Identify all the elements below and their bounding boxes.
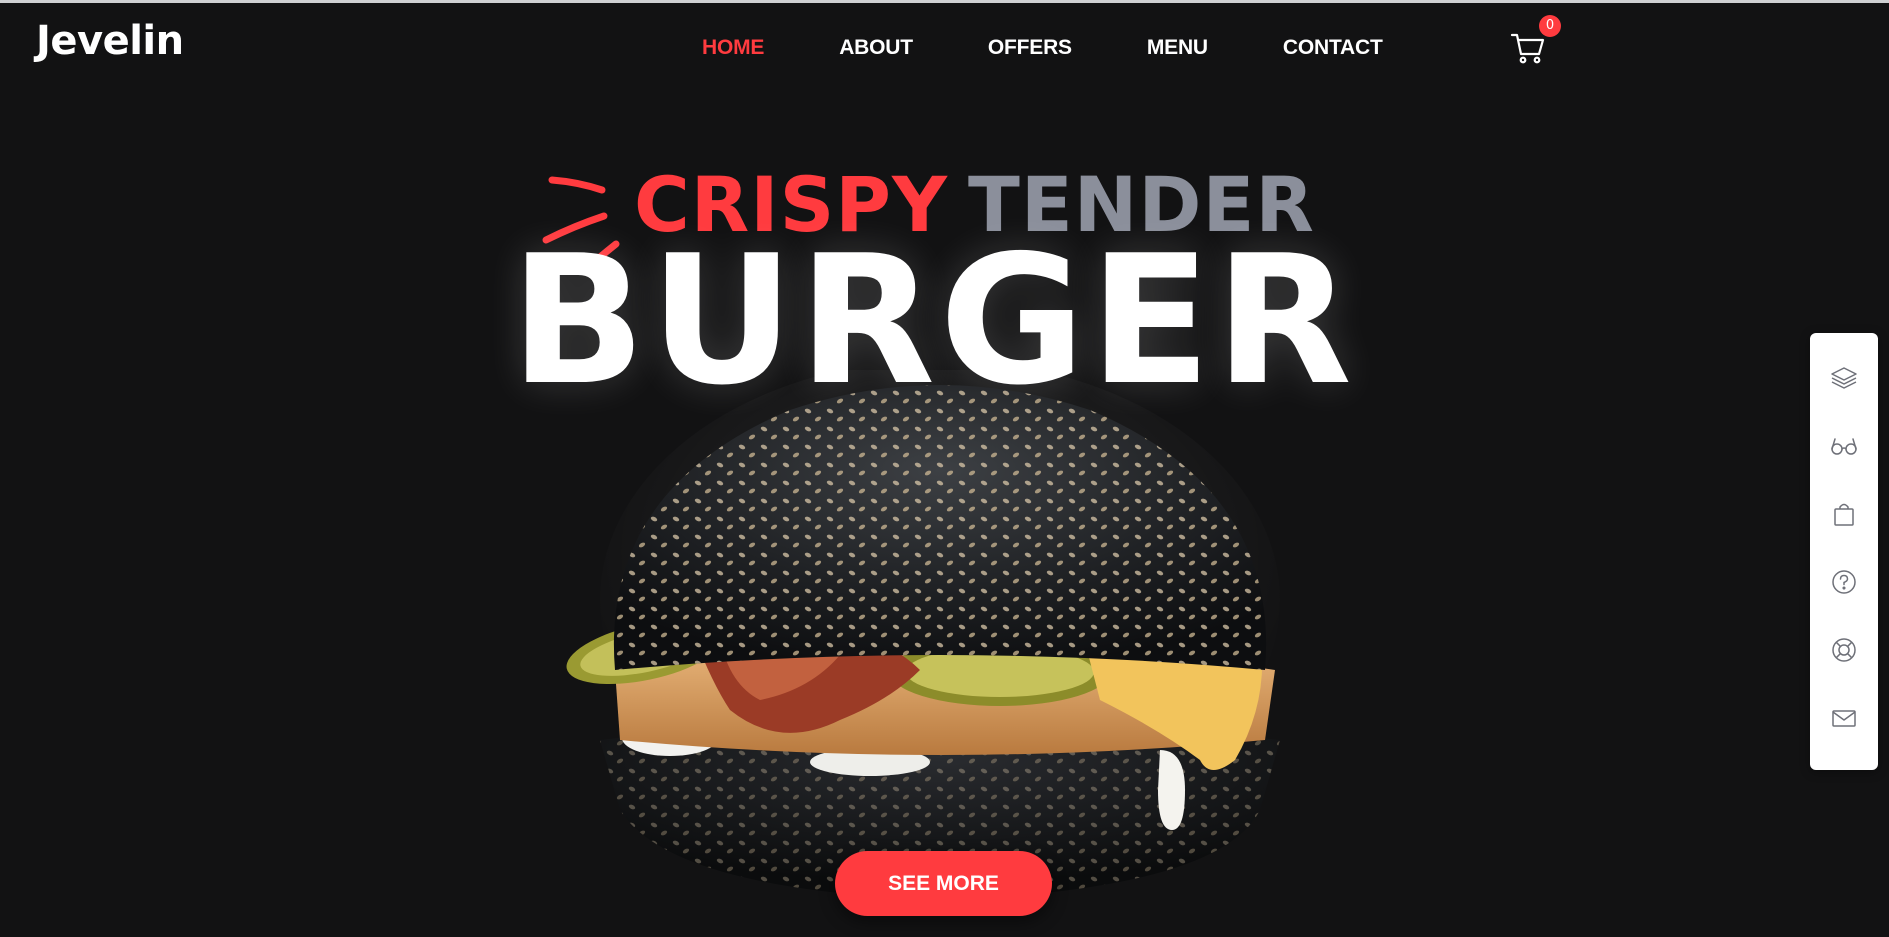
glasses-icon[interactable] [1810, 421, 1878, 471]
main-nav: HOME ABOUT OFFERS MENU CONTACT [702, 36, 1383, 60]
see-more-button[interactable]: SEE MORE [835, 851, 1052, 916]
site-logo[interactable]: Jevelin [36, 18, 184, 64]
cart-icon[interactable] [1510, 30, 1546, 66]
help-circle-icon[interactable] [1810, 557, 1878, 607]
life-ring-icon[interactable] [1810, 625, 1878, 675]
cart-count-badge: 0 [1539, 15, 1561, 37]
shopping-bag-icon[interactable] [1810, 489, 1878, 539]
nav-item-home[interactable]: HOME [702, 36, 764, 60]
nav-item-menu[interactable]: MENU [1147, 36, 1208, 60]
side-toolbar [1810, 333, 1878, 770]
nav-item-offers[interactable]: OFFERS [988, 36, 1072, 60]
nav-item-contact[interactable]: CONTACT [1283, 36, 1383, 60]
mail-icon[interactable] [1810, 693, 1878, 743]
layers-icon[interactable] [1810, 353, 1878, 403]
nav-item-about[interactable]: ABOUT [839, 36, 913, 60]
browser-top-border [0, 0, 1889, 3]
